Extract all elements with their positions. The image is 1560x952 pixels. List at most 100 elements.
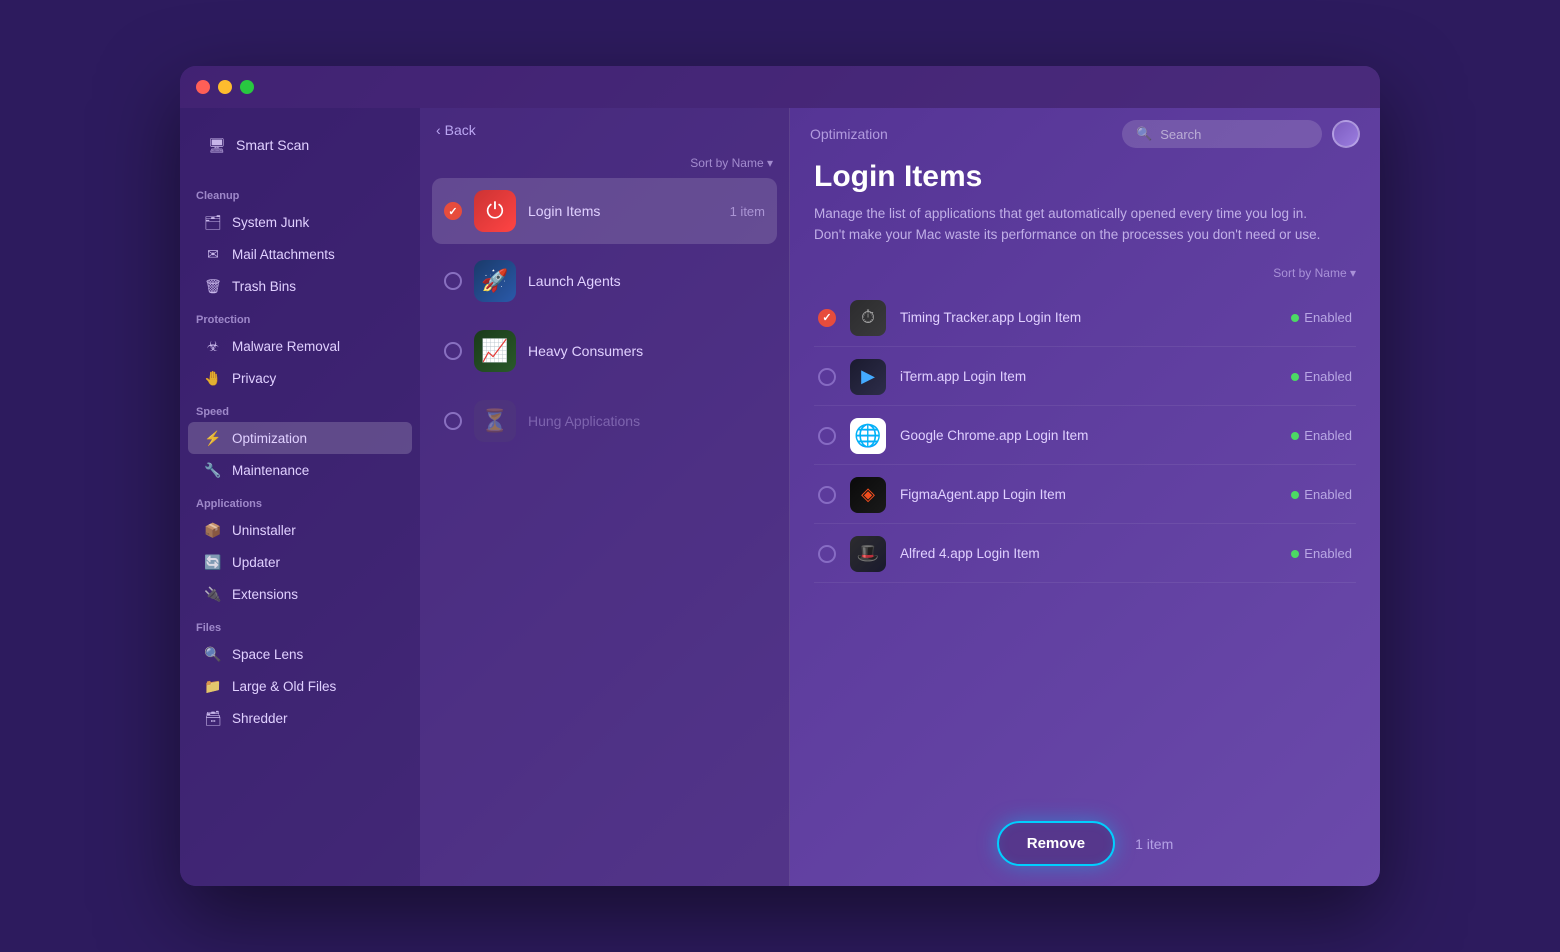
radio-figma-agent[interactable] xyxy=(818,486,836,504)
login-item-timing-tracker[interactable]: ⏱ Timing Tracker.app Login Item Enabled xyxy=(814,290,1356,347)
login-items-icon: ⏻ xyxy=(474,190,516,232)
figma-agent-status: Enabled xyxy=(1291,487,1352,502)
radio-timing-tracker[interactable] xyxy=(818,309,836,327)
timing-tracker-status: Enabled xyxy=(1291,310,1352,325)
radio-heavy-consumers[interactable] xyxy=(444,342,462,360)
minimize-button[interactable] xyxy=(218,80,232,94)
sidebar-item-extensions[interactable]: 🔌 Extensions xyxy=(188,578,412,610)
smart-scan-icon: 🖥 xyxy=(208,136,226,154)
figma-agent-label: FigmaAgent.app Login Item xyxy=(900,487,1277,502)
section-label-protection: Protection xyxy=(180,302,420,330)
section-label-cleanup: Cleanup xyxy=(180,178,420,206)
google-chrome-status: Enabled xyxy=(1291,428,1352,443)
detail-heading: Login Items xyxy=(814,160,1356,194)
section-label-files: Files xyxy=(180,610,420,638)
timing-tracker-label: Timing Tracker.app Login Item xyxy=(900,310,1277,325)
chevron-left-icon: ‹ xyxy=(436,122,441,138)
list-item-launch-agents[interactable]: 🚀 Launch Agents xyxy=(432,248,777,314)
enabled-dot xyxy=(1291,314,1299,322)
list-item-hung-applications[interactable]: ⏳ Hung Applications xyxy=(432,388,777,454)
search-input[interactable] xyxy=(1160,127,1308,142)
login-item-figma-agent[interactable]: ◈ FigmaAgent.app Login Item Enabled xyxy=(814,467,1356,524)
sidebar-item-privacy[interactable]: 🤚 Privacy xyxy=(188,362,412,394)
alfred-status: Enabled xyxy=(1291,546,1352,561)
login-items-count: 1 item xyxy=(730,204,765,219)
list-items: ⏻ Login Items 1 item 🚀 Launch Agents xyxy=(420,178,789,886)
sidebar-item-label: Maintenance xyxy=(232,463,309,478)
section-label-speed: Speed xyxy=(180,394,420,422)
login-item-alfred[interactable]: 🎩 Alfred 4.app Login Item Enabled xyxy=(814,526,1356,583)
smart-scan-label: Smart Scan xyxy=(236,137,309,153)
sort-by-name[interactable]: Sort by Name ▾ xyxy=(690,156,773,170)
detail-panel-title: Optimization xyxy=(810,126,888,142)
google-chrome-label: Google Chrome.app Login Item xyxy=(900,428,1277,443)
sidebar-item-malware-removal[interactable]: ☣ Malware Removal xyxy=(188,330,412,362)
back-button[interactable]: ‹ Back xyxy=(436,122,476,138)
sidebar-item-smart-scan[interactable]: 🖥 Smart Scan xyxy=(196,128,404,162)
radio-login-items[interactable] xyxy=(444,202,462,220)
sidebar-item-label: Extensions xyxy=(232,587,298,602)
extensions-icon: 🔌 xyxy=(204,585,222,603)
radio-launch-agents[interactable] xyxy=(444,272,462,290)
detail-sort-bar: Sort by Name ▾ xyxy=(814,266,1356,280)
sidebar-item-mail-attachments[interactable]: ✉ Mail Attachments xyxy=(188,238,412,270)
search-icon: 🔍 xyxy=(1136,126,1152,142)
sidebar-item-label: Privacy xyxy=(232,371,276,386)
detail-sort-label[interactable]: Sort by Name ▾ xyxy=(1273,266,1356,280)
close-button[interactable] xyxy=(196,80,210,94)
large-old-files-icon: 📁 xyxy=(204,677,222,695)
enabled-label: Enabled xyxy=(1304,487,1352,502)
sidebar-item-label: Trash Bins xyxy=(232,279,296,294)
sort-bar: Sort by Name ▾ xyxy=(420,152,789,178)
content-area: ‹ Back Sort by Name ▾ ⏻ Login Items xyxy=(420,108,1380,886)
remove-button[interactable]: Remove xyxy=(997,821,1115,866)
list-item-heavy-consumers[interactable]: 📈 Heavy Consumers xyxy=(432,318,777,384)
sidebar-item-label: Optimization xyxy=(232,431,307,446)
sidebar-item-space-lens[interactable]: 🔍 Space Lens xyxy=(188,638,412,670)
list-panel: ‹ Back Sort by Name ▾ ⏻ Login Items xyxy=(420,108,790,886)
maximize-button[interactable] xyxy=(240,80,254,94)
sidebar-item-label: System Junk xyxy=(232,215,309,230)
iterm-label: iTerm.app Login Item xyxy=(900,369,1277,384)
sidebar-item-large-old-files[interactable]: 📁 Large & Old Files xyxy=(188,670,412,702)
sidebar-item-system-junk[interactable]: 🗂 System Junk xyxy=(188,206,412,238)
list-item-login-items[interactable]: ⏻ Login Items 1 item xyxy=(432,178,777,244)
radio-google-chrome[interactable] xyxy=(818,427,836,445)
hung-applications-label: Hung Applications xyxy=(528,413,765,429)
sidebar-item-label: Updater xyxy=(232,555,280,570)
space-lens-icon: 🔍 xyxy=(204,645,222,663)
iterm-status: Enabled xyxy=(1291,369,1352,384)
sidebar-item-optimization[interactable]: ⚡ Optimization xyxy=(188,422,412,454)
login-item-google-chrome[interactable]: 🌐 Google Chrome.app Login Item Enabled xyxy=(814,408,1356,465)
enabled-dot xyxy=(1291,550,1299,558)
enabled-dot xyxy=(1291,491,1299,499)
system-junk-icon: 🗂 xyxy=(204,213,222,231)
enabled-label: Enabled xyxy=(1304,428,1352,443)
launch-agents-label: Launch Agents xyxy=(528,273,765,289)
sidebar-item-maintenance[interactable]: 🔧 Maintenance xyxy=(188,454,412,486)
sidebar-item-label: Mail Attachments xyxy=(232,247,335,262)
google-chrome-icon: 🌐 xyxy=(850,418,886,454)
back-label: Back xyxy=(445,122,476,138)
enabled-dot xyxy=(1291,432,1299,440)
login-items-list: ⏱ Timing Tracker.app Login Item Enabled xyxy=(814,290,1356,583)
privacy-icon: 🤚 xyxy=(204,369,222,387)
malware-removal-icon: ☣ xyxy=(204,337,222,355)
uninstaller-icon: 📦 xyxy=(204,521,222,539)
radio-alfred[interactable] xyxy=(818,545,836,563)
login-item-iterm[interactable]: ▶ iTerm.app Login Item Enabled xyxy=(814,349,1356,406)
alfred-icon: 🎩 xyxy=(850,536,886,572)
sidebar-item-shredder[interactable]: 🗃 Shredder xyxy=(188,702,412,734)
launch-agents-icon: 🚀 xyxy=(474,260,516,302)
sidebar-item-trash-bins[interactable]: 🗑 Trash Bins xyxy=(188,270,412,302)
search-box[interactable]: 🔍 xyxy=(1122,120,1322,148)
radio-hung-applications[interactable] xyxy=(444,412,462,430)
updater-icon: 🔄 xyxy=(204,553,222,571)
sidebar-item-updater[interactable]: 🔄 Updater xyxy=(188,546,412,578)
sidebar-item-uninstaller[interactable]: 📦 Uninstaller xyxy=(188,514,412,546)
avatar xyxy=(1332,120,1360,148)
sidebar-top: 🖥 Smart Scan xyxy=(180,120,420,178)
titlebar xyxy=(180,66,1380,108)
radio-iterm[interactable] xyxy=(818,368,836,386)
detail-description: Manage the list of applications that get… xyxy=(814,204,1334,246)
